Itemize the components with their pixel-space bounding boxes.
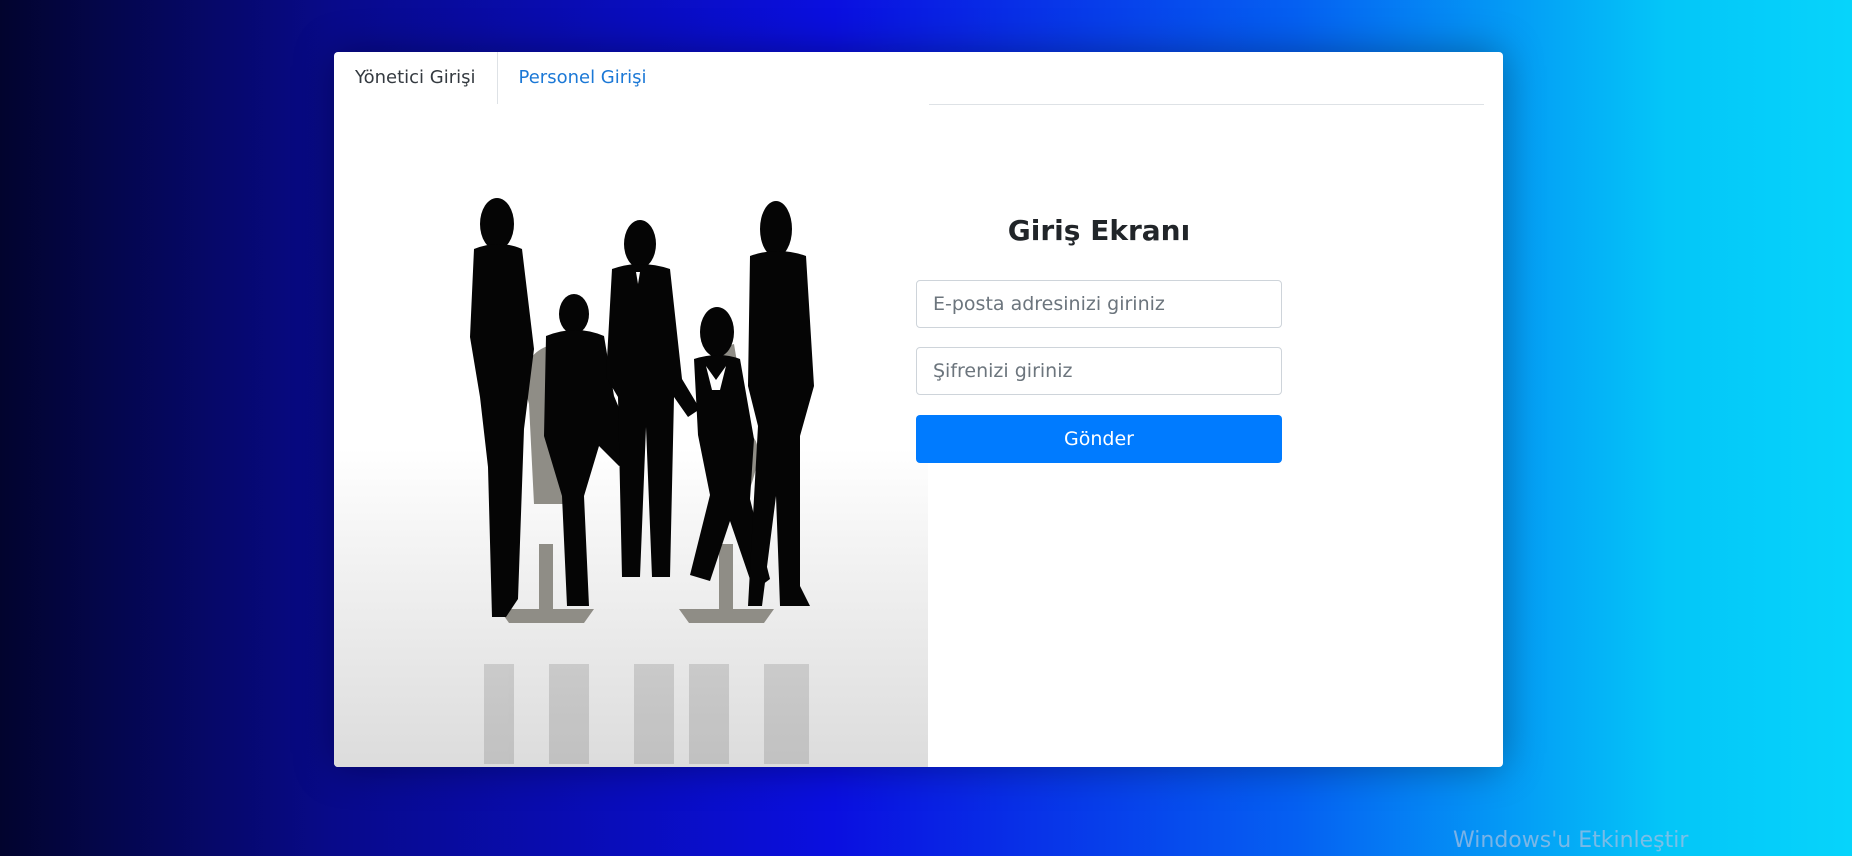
password-field[interactable] <box>916 347 1282 395</box>
team-silhouette-illustration <box>470 198 814 764</box>
team-silhouette-image <box>334 104 928 767</box>
windows-activation-watermark: Windows'u Etkinleştir <box>1453 828 1689 853</box>
tab-admin-login[interactable]: Yönetici Girişi <box>334 52 498 104</box>
tab-staff-login[interactable]: Personel Girişi <box>498 52 668 104</box>
page-title: Giriş Ekranı <box>1007 214 1191 247</box>
email-field[interactable] <box>916 280 1282 328</box>
login-tabs: Yönetici Girişi Personel Girişi <box>334 52 668 104</box>
tab-divider <box>929 104 1484 105</box>
submit-button[interactable]: Gönder <box>916 415 1282 463</box>
login-card: Yönetici Girişi Personel Girişi Giriş Ek… <box>334 52 1503 767</box>
